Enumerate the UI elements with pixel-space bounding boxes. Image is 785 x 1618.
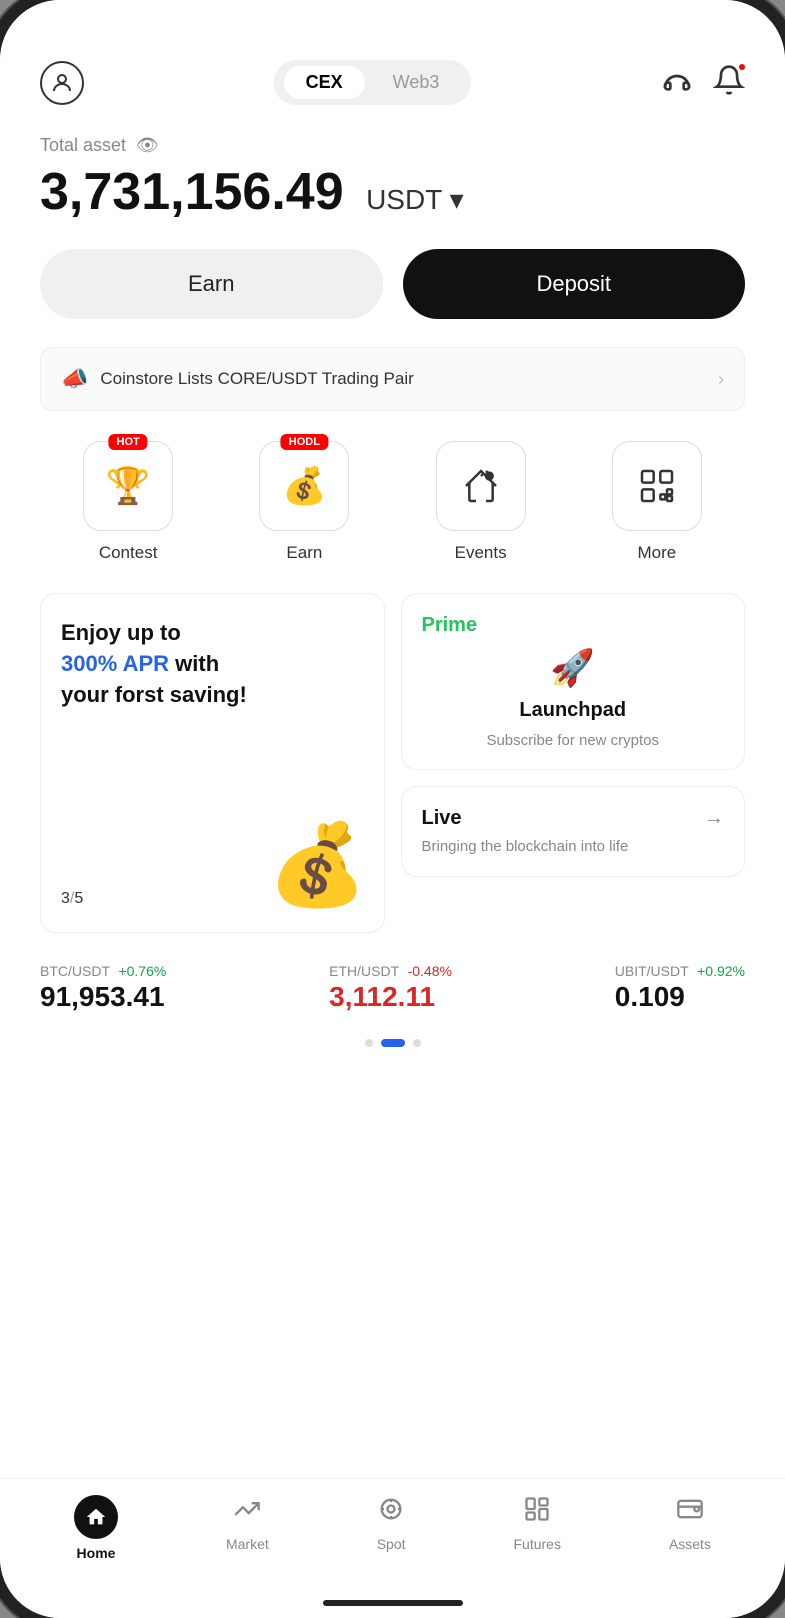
megaphone-icon: 📣 [61, 366, 88, 392]
nav-home[interactable]: Home [74, 1495, 118, 1561]
live-card-header: Live → [422, 807, 725, 830]
earn-button[interactable]: Earn [40, 249, 383, 319]
market-label: Market [226, 1536, 269, 1552]
support-icon[interactable] [661, 64, 693, 101]
more-icon-box [612, 441, 702, 531]
btc-price: 91,953.41 [40, 981, 166, 1013]
promo-card-footer: 3/5 💰 [61, 874, 364, 908]
status-bar [0, 0, 785, 50]
nav-spot[interactable]: Spot [377, 1495, 406, 1552]
top-bar: CEX Web3 [0, 50, 785, 125]
home-label: Home [77, 1545, 116, 1561]
prime-label: Prime [422, 614, 478, 637]
promo-card-text: Enjoy up to 300% APR with your forst sav… [61, 618, 364, 710]
exchange-toggle[interactable]: CEX Web3 [274, 60, 472, 105]
web3-tab[interactable]: Web3 [371, 66, 462, 99]
dot-1[interactable] [365, 1039, 373, 1047]
hodl-badge: HODL [281, 434, 328, 450]
dot-2-active[interactable] [381, 1039, 405, 1047]
earn-icon-box: 💰 HODL [259, 441, 349, 531]
announcement-content: 📣 Coinstore Lists CORE/USDT Trading Pair [61, 366, 414, 392]
action-buttons: Earn Deposit [40, 249, 745, 319]
futures-label: Futures [514, 1536, 561, 1552]
notification-badge [737, 62, 747, 72]
spot-icon [377, 1495, 405, 1530]
announcement-banner[interactable]: 📣 Coinstore Lists CORE/USDT Trading Pair… [40, 347, 745, 411]
visibility-icon[interactable]: 👁 [136, 135, 159, 156]
price-ticker: BTC/USDT +0.76% 91,953.41 ETH/USDT -0.48… [40, 963, 745, 1029]
live-subtitle: Bringing the blockchain into life [422, 838, 629, 855]
main-content: Total asset 👁 3,731,156.49 USDT ▾ Earn D… [0, 125, 785, 1478]
contest-label: Contest [99, 543, 158, 563]
notification-icon[interactable] [713, 64, 745, 101]
earn-label: Earn [286, 543, 322, 563]
events-label: Events [455, 543, 507, 563]
launchpad-card[interactable]: Prime 🚀 Launchpad Subscribe for new cryp… [401, 593, 746, 770]
header-icons [661, 64, 745, 101]
ticker-ubit[interactable]: UBIT/USDT +0.92% 0.109 [615, 963, 745, 1013]
quick-action-contest[interactable]: 🏆 HOT Contest [40, 441, 216, 563]
dot-3[interactable] [413, 1039, 421, 1047]
home-indicator-bar [0, 1588, 785, 1618]
events-icon-box [436, 441, 526, 531]
announcement-arrow: › [718, 369, 724, 390]
spot-label: Spot [377, 1536, 406, 1552]
ticker-eth[interactable]: ETH/USDT -0.48% 3,112.11 [329, 963, 452, 1013]
asset-label: Total asset 👁 [40, 135, 745, 156]
home-icon [74, 1495, 118, 1539]
quick-action-more[interactable]: More [569, 441, 745, 563]
eth-price: 3,112.11 [329, 981, 452, 1013]
quick-action-earn[interactable]: 💰 HODL Earn [216, 441, 392, 563]
phone-frame: CEX Web3 Total [0, 0, 785, 1618]
home-indicator [323, 1600, 463, 1606]
quick-actions: 🏆 HOT Contest 💰 HODL Earn [40, 441, 745, 563]
more-label: More [638, 543, 677, 563]
live-title: Live [422, 807, 462, 830]
asset-amount: 3,731,156.49 USDT ▾ [40, 164, 745, 221]
right-cards: Prime 🚀 Launchpad Subscribe for new cryp… [401, 593, 746, 933]
profile-icon[interactable] [40, 61, 84, 105]
deposit-button[interactable]: Deposit [403, 249, 746, 319]
quick-action-events[interactable]: Events [393, 441, 569, 563]
live-arrow: → [704, 807, 724, 830]
pagination-dots [40, 1039, 745, 1057]
futures-icon [523, 1495, 551, 1530]
bottom-nav: Home Market Spot [0, 1478, 785, 1588]
ticker-btc[interactable]: BTC/USDT +0.76% 91,953.41 [40, 963, 166, 1013]
launchpad-subtitle: Subscribe for new cryptos [486, 732, 659, 749]
asset-section: Total asset 👁 3,731,156.49 USDT ▾ [40, 135, 745, 221]
hot-badge: HOT [109, 434, 148, 450]
asset-currency[interactable]: USDT ▾ [366, 184, 464, 215]
contest-icon-box: 🏆 HOT [83, 441, 173, 531]
launchpad-icon: 🚀 [550, 647, 595, 689]
live-card[interactable]: Live → Bringing the blockchain into life [401, 786, 746, 877]
promo-card[interactable]: Enjoy up to 300% APR with your forst sav… [40, 593, 385, 933]
ubit-price: 0.109 [615, 981, 745, 1013]
cards-grid: Enjoy up to 300% APR with your forst sav… [40, 593, 745, 933]
assets-label: Assets [669, 1536, 711, 1552]
nav-assets[interactable]: Assets [669, 1495, 711, 1552]
market-icon [233, 1495, 261, 1530]
wallet-illustration: 💰 [268, 818, 368, 912]
nav-market[interactable]: Market [226, 1495, 269, 1552]
assets-icon [676, 1495, 704, 1530]
launchpad-title: Launchpad [519, 699, 626, 722]
cex-tab[interactable]: CEX [284, 66, 365, 99]
nav-futures[interactable]: Futures [514, 1495, 561, 1552]
